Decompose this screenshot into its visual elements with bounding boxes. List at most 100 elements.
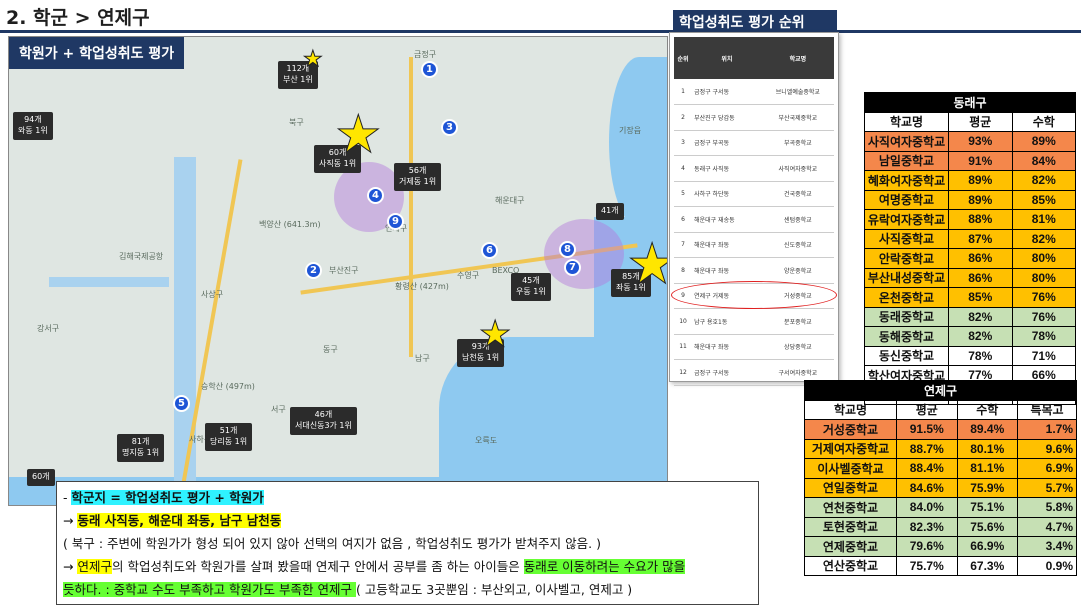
school-cell: 부곡중학교 — [761, 130, 834, 156]
school-marker[interactable]: 9 — [387, 213, 404, 230]
school-marker[interactable]: 8 — [559, 241, 576, 258]
score-cell: 87% — [948, 228, 1013, 249]
score-cell: 89.4% — [956, 419, 1019, 440]
callout[interactable]: 94개 와동 1위 — [13, 112, 53, 140]
school-header: 학교명 — [804, 399, 897, 420]
callout-count: 81개 — [131, 437, 150, 446]
place-label: 승학산 (497m) — [201, 382, 255, 391]
score-cell: 80% — [1011, 248, 1076, 269]
score-cell: 0.9% — [1017, 555, 1077, 576]
score-cell: 89% — [1011, 131, 1076, 152]
location-cell: 남구 용호1동 — [692, 308, 762, 335]
school-marker[interactable]: 1 — [421, 61, 438, 78]
callout-count: 45개 — [522, 276, 540, 285]
place-label: 사상구 — [201, 290, 224, 299]
table-row: 6 해운대구 재송동 센텀중학교 — [674, 206, 834, 233]
note-line: → 동래 사직동, 해운대 좌동, 남구 남천동 — [63, 509, 752, 532]
school-marker[interactable]: 6 — [481, 242, 498, 259]
star-icon: ★ — [626, 236, 667, 293]
river — [49, 277, 169, 287]
place-label: 남구 — [415, 354, 430, 363]
school-cell: 유락여자중학교 — [864, 209, 949, 230]
score-cell: 66.9% — [956, 536, 1019, 557]
score-cell: 82% — [1011, 170, 1076, 191]
callout[interactable]: 60개 — [27, 469, 55, 486]
average-header: 평균 — [896, 399, 958, 420]
school-cell: 부산내성중학교 — [864, 267, 949, 288]
note-line: → 연제구의 학업성취도와 학원가를 살펴 봤을때 연제구 안에서 공부를 좀 … — [63, 555, 752, 578]
note-line: ( 북구 : 주변에 학원가가 형성 되어 있지 않아 선택의 여지가 없음 ,… — [63, 536, 601, 551]
score-cell: 75.9% — [956, 477, 1019, 498]
place-label: 북구 — [289, 118, 304, 127]
place-label: 오륙도 — [475, 436, 498, 445]
place-label: 백양산 (641.3m) — [259, 220, 321, 229]
score-cell: 89% — [948, 189, 1013, 210]
school-marker[interactable]: 4 — [367, 187, 384, 204]
score-cell: 91.5% — [896, 419, 958, 440]
table-row: 2 부산진구 당감동 부산국제중학교 — [674, 104, 834, 131]
place-label: 해운대구 — [495, 196, 525, 205]
table-row: 유락여자중학교 88% 81% — [864, 209, 1076, 230]
table-row: 동신중학교 78% 71% — [864, 345, 1076, 366]
school-marker[interactable]: 5 — [173, 395, 190, 412]
rank-cell: 10 — [674, 308, 693, 335]
school-cell: 연천중학교 — [804, 497, 897, 518]
star-icon: ★ — [335, 105, 383, 165]
callout[interactable]: 56개 거제동 1위 — [394, 163, 442, 191]
school-cell: 사직중학교 — [864, 228, 949, 249]
note-highlight: 연제구 — [77, 559, 112, 574]
place-label: 서구 — [271, 405, 286, 414]
table-row: 3 금정구 부곡동 부곡중학교 — [674, 130, 834, 156]
rank-cell: 2 — [674, 104, 693, 131]
school-cell: 센텀중학교 — [761, 206, 834, 233]
rank-cell: 4 — [674, 155, 693, 182]
table-row: 연산중학교 75.7% 67.3% 0.9% — [804, 555, 1077, 576]
page-title: 2. 학군 > 연제구 — [6, 7, 150, 29]
score-cell: 89% — [948, 170, 1013, 191]
map-label: 학원가 + 학업성취도 평가 — [9, 37, 185, 69]
location-header: 위치 — [692, 37, 762, 79]
analysis-note: - 학군지 = 학업성취도 평가 + 학원가 → 동래 사직동, 해운대 좌동,… — [56, 481, 759, 605]
score-cell: 80.1% — [956, 438, 1019, 459]
callout-area: 당리동 1위 — [210, 436, 248, 446]
place-label: 금정구 — [414, 50, 437, 59]
school-cell: 혜화여자중학교 — [864, 170, 949, 191]
school-cell: 연제중학교 — [804, 536, 897, 557]
score-cell: 78% — [1011, 326, 1076, 347]
table-row: 10 남구 용호1동 분포중학교 — [674, 308, 834, 335]
school-cell: 사직여자중학교 — [761, 155, 834, 182]
callout-area: 부산 1위 — [283, 74, 313, 84]
callout[interactable]: 51개 당리동 1위 — [205, 423, 253, 451]
table-row: 연천중학교 84.0% 75.1% 5.8% — [804, 497, 1077, 518]
note-text: → — [63, 513, 78, 528]
note-line: 듯하다. : 중학교 수도 부족하고 학원가도 부족한 연제구 ( 고등학교도 … — [63, 578, 752, 601]
callout[interactable]: 41개 — [596, 203, 624, 220]
school-cell: 분포중학교 — [761, 308, 834, 335]
place-label: 기장읍 — [619, 126, 642, 135]
score-cell: 82% — [948, 306, 1013, 327]
place-label: 동구 — [323, 345, 338, 354]
callout[interactable]: 46개 서대신동3가 1위 — [290, 407, 357, 435]
table-row: 연제중학교 79.6% 66.9% 3.4% — [804, 536, 1077, 557]
school-cell: 거성중학교 — [804, 419, 897, 440]
location-cell: 동래구 사직동 — [692, 155, 762, 182]
map[interactable]: 학원가 + 학업성취도 평가 금정구 북구 해운대구 수영구 남구 동구 서구 … — [8, 36, 668, 506]
score-cell: 6.9% — [1017, 458, 1077, 479]
score-cell: 82% — [948, 326, 1013, 347]
table-row: 부산내성중학교 86% 80% — [864, 267, 1076, 288]
score-cell: 93% — [948, 131, 1013, 152]
callout[interactable]: 81개 명지동 1위 — [117, 434, 165, 462]
school-marker[interactable]: 7 — [564, 259, 581, 276]
school-marker[interactable]: 2 — [305, 262, 322, 279]
score-cell: 88.7% — [896, 438, 958, 459]
highlight-oval — [671, 281, 837, 309]
school-cell: 거제여자중학교 — [804, 438, 897, 459]
school-cell: 브니엘예술중학교 — [761, 79, 834, 105]
score-cell: 4.7% — [1017, 516, 1077, 537]
score-cell: 75.7% — [896, 555, 958, 576]
school-cell: 연일중학교 — [804, 477, 897, 498]
rank-table: 순위 위치 학교명 1 금정구 구서동 브니엘예술중학교 2 부산진구 당감동 부산국제… — [674, 37, 834, 386]
school-marker[interactable]: 3 — [441, 119, 458, 136]
callout[interactable]: 45개 우동 1위 — [511, 273, 551, 301]
rank-cell: 3 — [674, 130, 693, 156]
